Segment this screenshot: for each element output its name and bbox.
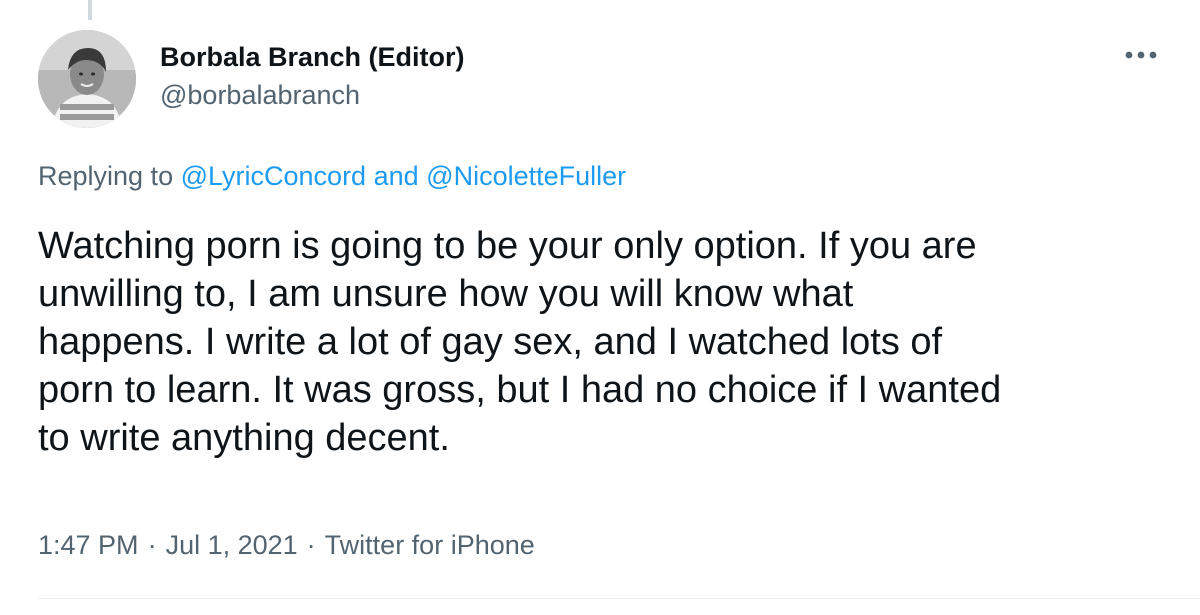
more-horizontal-icon	[1125, 51, 1157, 59]
reply-context-conjunction: and	[373, 161, 419, 191]
thread-connector-line	[88, 0, 92, 20]
tweet-text-line: to write anything decent.	[38, 417, 450, 459]
avatar[interactable]	[38, 30, 136, 128]
mention-link-nicolettefuller[interactable]: @NicoletteFuller	[426, 161, 626, 191]
tweet-metadata: 1:47 PM · Jul 1, 2021 · Twitter for iPhone	[38, 530, 535, 561]
tweet-text-line: porn to learn. It was gross, but I had n…	[38, 369, 1002, 411]
divider	[38, 598, 1200, 599]
tweet-time[interactable]: 1:47 PM	[38, 530, 139, 560]
tweet-text-line: Watching porn is going to be your only o…	[38, 225, 977, 267]
tweet-date[interactable]: Jul 1, 2021	[166, 530, 298, 560]
more-options-button[interactable]	[1118, 38, 1164, 72]
separator-dot: ·	[306, 530, 316, 560]
tweet-text: Watching porn is going to be your only o…	[38, 222, 1163, 462]
author-handle[interactable]: @borbalabranch	[160, 80, 360, 111]
author-display-name[interactable]: Borbala Branch (Editor)	[160, 42, 465, 73]
reply-context-prefix: Replying to	[38, 161, 174, 191]
separator-dot: ·	[147, 530, 157, 560]
tweet-source[interactable]: Twitter for iPhone	[325, 530, 535, 560]
tweet-text-line: happens. I write a lot of gay sex, and I…	[38, 321, 943, 363]
user-avatar-photo-icon	[38, 30, 136, 128]
reply-context: Replying to @LyricConcord and @Nicolette…	[38, 161, 626, 192]
tweet-text-line: unwilling to, I am unsure how you will k…	[38, 273, 854, 315]
mention-link-lyricconcord[interactable]: @LyricConcord	[181, 161, 366, 191]
